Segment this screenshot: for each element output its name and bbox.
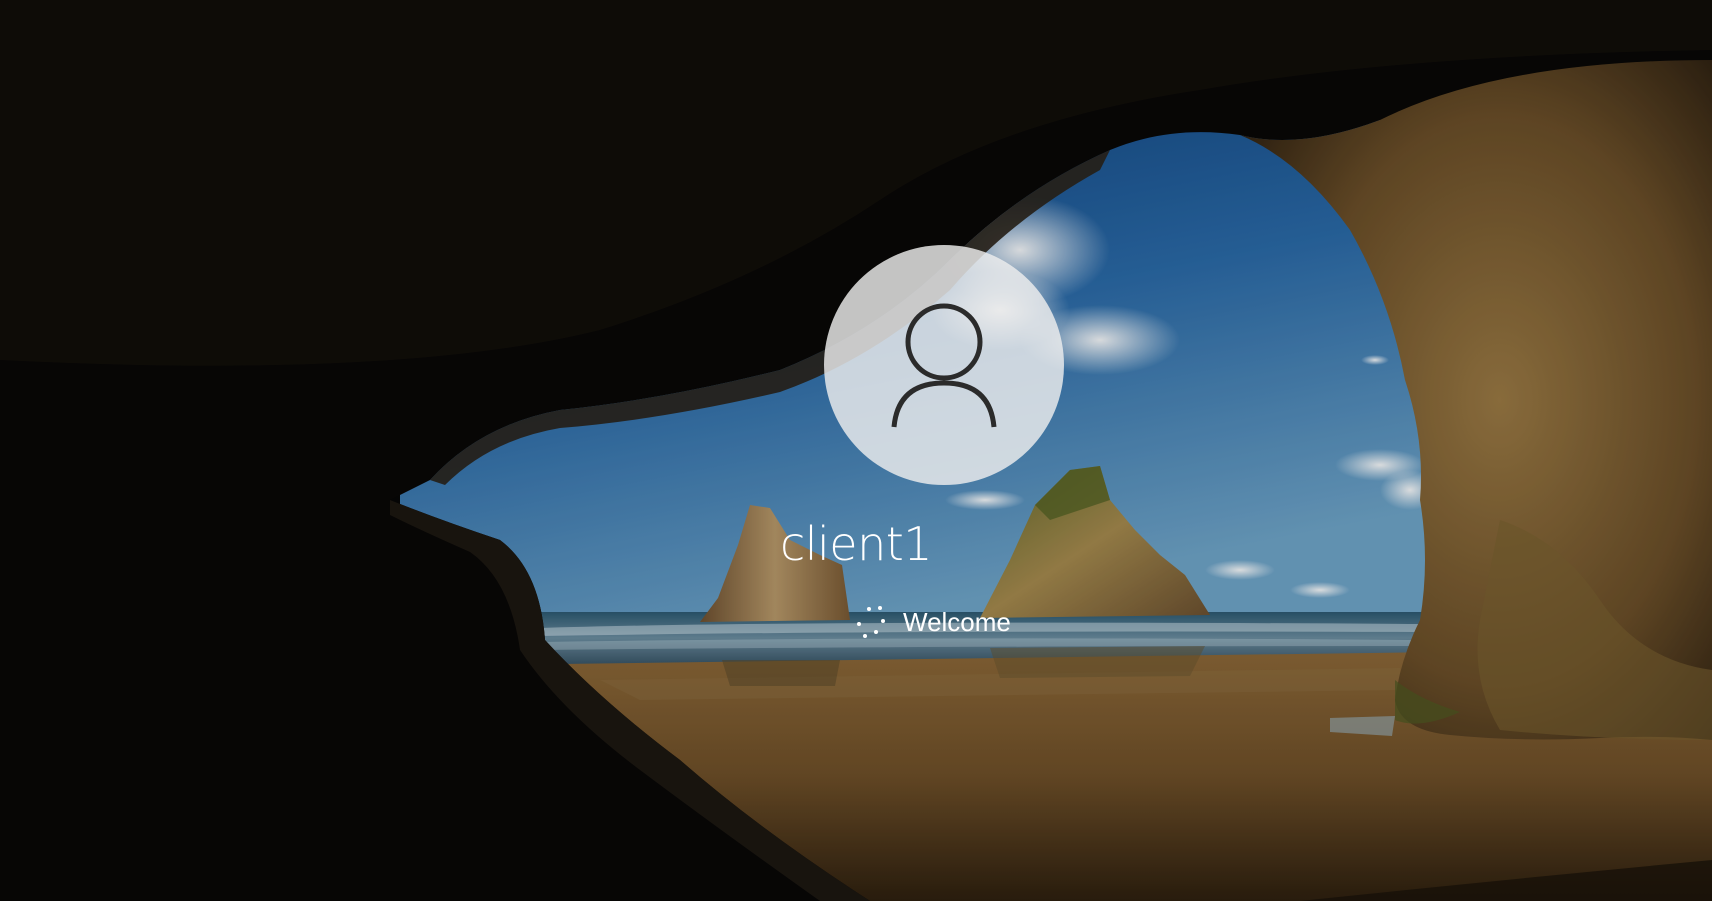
signin-status: Welcome [855, 602, 1011, 642]
user-avatar [824, 245, 1064, 485]
user-silhouette-icon [891, 303, 997, 428]
loading-dots-icon [855, 604, 885, 640]
username-label: client1 [779, 517, 933, 571]
login-panel: client1 Welcome [0, 0, 1712, 901]
status-text: Welcome [903, 607, 1011, 637]
lock-screen: client1 Welcome [0, 0, 1712, 901]
